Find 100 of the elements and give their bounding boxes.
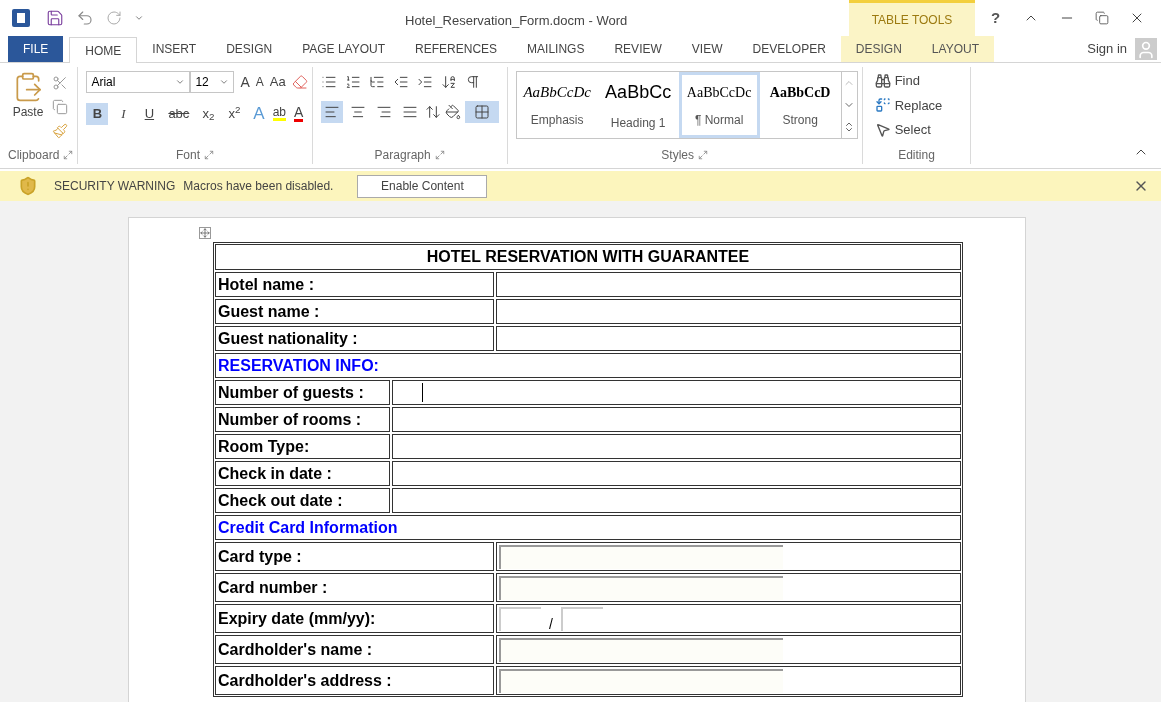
- bullets-icon[interactable]: [320, 74, 337, 90]
- table-cell[interactable]: [392, 434, 961, 459]
- ribbon-tab[interactable]: MAILINGS: [512, 36, 600, 62]
- table-cell: Number of rooms :: [215, 407, 390, 432]
- font-name-field[interactable]: Arial: [86, 71, 191, 93]
- caret-icon[interactable]: [134, 13, 144, 23]
- cut-icon[interactable]: [52, 75, 68, 91]
- table-move-handle-icon[interactable]: [199, 227, 211, 239]
- line-spacing-icon[interactable]: [424, 104, 441, 120]
- table-cell: Cardholder's name :: [215, 635, 494, 664]
- table-cell[interactable]: [496, 299, 961, 324]
- ribbon-tab[interactable]: DESIGN: [211, 36, 288, 62]
- ribbon-tab[interactable]: DEVELOPER: [737, 36, 841, 62]
- input-field[interactable]: [560, 606, 603, 631]
- style-gallery-item[interactable]: AaBbCc Heading 1: [597, 72, 679, 138]
- pointer-icon: [874, 121, 891, 138]
- change-case-button[interactable]: Aa: [269, 72, 286, 92]
- format-button[interactable]: abc: [164, 102, 194, 125]
- align-icon: [323, 104, 340, 120]
- caret-icon[interactable]: [219, 77, 230, 87]
- warning-icon: [18, 176, 38, 196]
- warning-message: Macros have been disabled.: [183, 178, 334, 195]
- group-label: Clipboard: [8, 147, 60, 164]
- paste-button[interactable]: Paste: [8, 71, 48, 139]
- table-cell: RESERVATION INFO:: [215, 353, 961, 378]
- table-cell: Cardholder's address :: [215, 666, 494, 695]
- ribbon-tab[interactable]: DESIGN: [840, 36, 917, 62]
- sign-in-link[interactable]: Sign in: [1087, 39, 1127, 59]
- warning-title: SECURITY WARNING: [54, 178, 176, 195]
- binoculars-icon: [874, 72, 891, 89]
- ribbon-tab[interactable]: PAGE LAYOUT: [287, 36, 401, 62]
- clear-format-icon[interactable]: [291, 74, 308, 90]
- input-field[interactable]: [499, 668, 783, 693]
- help-button[interactable]: ?: [991, 6, 1003, 30]
- table-cell: Hotel name :: [215, 272, 494, 297]
- ribbon-tab[interactable]: INSERT: [137, 36, 212, 62]
- input-field[interactable]: [499, 637, 783, 662]
- dialog-launcher-icon[interactable]: [698, 150, 708, 160]
- group-label: Editing: [898, 147, 935, 164]
- ribbon-tab[interactable]: REVIEW: [599, 36, 677, 62]
- sort-icon[interactable]: [440, 74, 457, 90]
- context-tab-header: TABLE TOOLS: [849, 0, 975, 36]
- format-button[interactable]: U: [138, 102, 161, 125]
- format-button[interactable]: I: [112, 102, 135, 125]
- format-button[interactable]: B: [86, 102, 109, 125]
- table-cell[interactable]: [496, 326, 961, 351]
- replace-button[interactable]: Replace: [874, 95, 943, 115]
- ribbon-tab[interactable]: VIEW: [676, 36, 738, 62]
- window-title: Hotel_Reservation_Form.docm - Word: [405, 12, 628, 30]
- align-icon: [401, 104, 418, 120]
- table-cell: Guest name :: [215, 299, 494, 324]
- highlight-button[interactable]: ab: [272, 106, 287, 122]
- input-field[interactable]: [499, 575, 783, 600]
- save-icon[interactable]: [46, 9, 64, 27]
- dialog-launcher-icon[interactable]: [63, 150, 74, 160]
- multilevel-list-icon[interactable]: [368, 74, 385, 90]
- select-button[interactable]: Select: [874, 120, 943, 140]
- shading-icon[interactable]: [444, 104, 461, 120]
- table-cell: HOTEL RESERVATION WITH GUARANTEE: [215, 244, 961, 270]
- borders-button[interactable]: [464, 101, 499, 123]
- table-cell: Check in date :: [215, 461, 390, 486]
- ribbon-tab[interactable]: HOME: [69, 37, 138, 63]
- caret-icon[interactable]: [175, 77, 186, 87]
- format-button[interactable]: x$_{2}$: [197, 102, 220, 125]
- table-cell[interactable]: [392, 380, 961, 405]
- table-cell: Credit Card Information: [215, 515, 961, 540]
- undo-icon[interactable]: [76, 9, 94, 27]
- style-gallery-item[interactable]: AaBbCcD Strong: [759, 72, 841, 138]
- increase-indent-icon[interactable]: [416, 74, 433, 90]
- ribbon-tab[interactable]: REFERENCES: [400, 36, 513, 62]
- group-label: Font: [176, 147, 200, 164]
- table-cell: Expiry date (mm/yy):: [215, 604, 494, 633]
- style-gallery-item[interactable]: AaBbCcDc ¶ Normal: [678, 72, 760, 138]
- table-cell: Room Type:: [215, 434, 390, 459]
- date-separator: /: [549, 616, 553, 631]
- font-size-field[interactable]: 12: [190, 71, 235, 93]
- enable-content-button[interactable]: Enable Content: [357, 174, 488, 198]
- input-field[interactable]: [499, 606, 541, 631]
- table-cell[interactable]: [496, 272, 961, 297]
- table-cell[interactable]: [392, 488, 961, 513]
- table-cell: Number of guests :: [215, 380, 390, 405]
- numbering-icon[interactable]: [344, 74, 361, 90]
- style-gallery-item[interactable]: AaBbCcDc Emphasis: [516, 72, 598, 138]
- find-button[interactable]: Find: [874, 71, 943, 91]
- dialog-launcher-icon[interactable]: [434, 150, 445, 160]
- align-button[interactable]: [320, 101, 343, 123]
- table-cell: Check out date :: [215, 488, 390, 513]
- ribbon-tab[interactable]: LAYOUT: [916, 36, 994, 62]
- ribbon-tab[interactable]: FILE: [8, 36, 64, 62]
- decrease-indent-icon[interactable]: [392, 74, 409, 90]
- table-cell[interactable]: [392, 461, 961, 486]
- dialog-launcher-icon[interactable]: [204, 150, 214, 160]
- font-color-button[interactable]: A: [294, 105, 304, 123]
- shrink-font-button[interactable]: A: [255, 73, 264, 91]
- grow-font-button[interactable]: A: [240, 71, 250, 93]
- restore-icon[interactable]: [1095, 11, 1109, 25]
- format-button[interactable]: x$^{2}$: [223, 102, 246, 125]
- input-field[interactable]: [499, 544, 783, 569]
- table-cell[interactable]: [392, 407, 961, 432]
- align-icon: [349, 104, 366, 120]
